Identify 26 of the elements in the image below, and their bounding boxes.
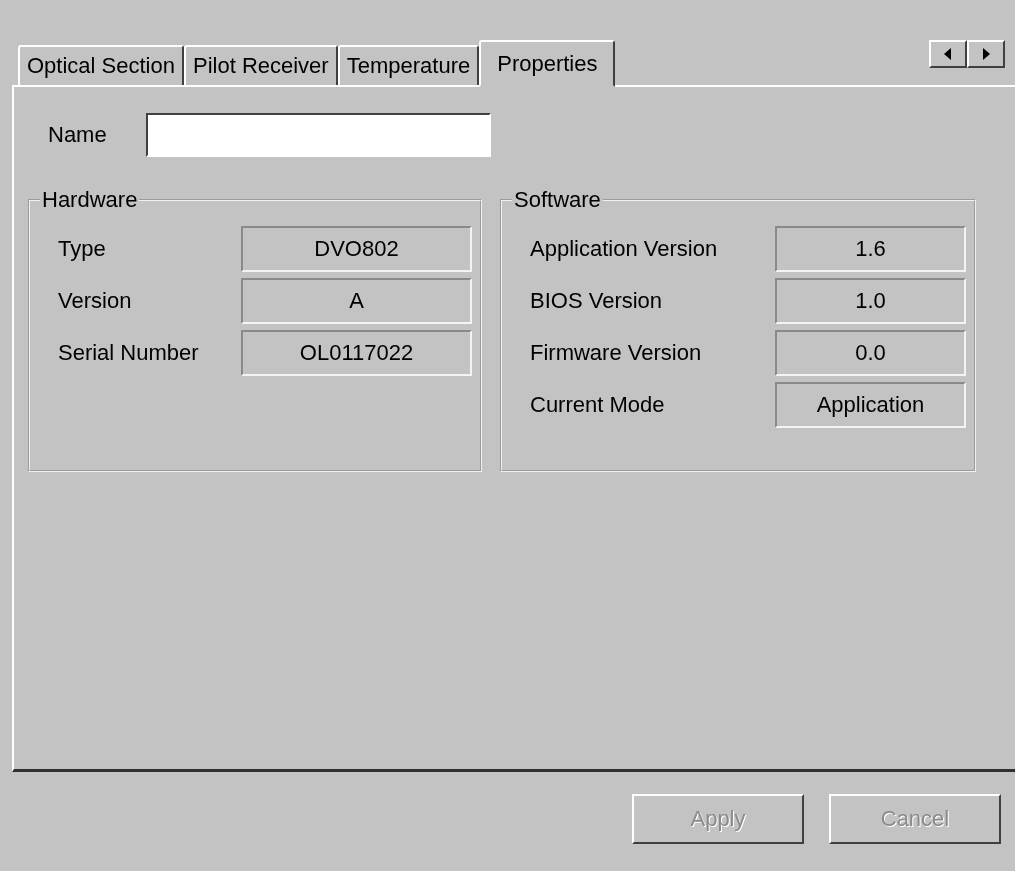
name-label: Name: [47, 122, 108, 148]
tab[interactable]: Temperature: [337, 45, 480, 85]
readonly-field: 1.6: [775, 226, 966, 272]
right-triangle-icon: [982, 48, 990, 60]
tab[interactable]: Properties: [479, 40, 616, 87]
readonly-field: 1.0: [775, 278, 966, 324]
field-label: Firmware Version: [529, 340, 703, 366]
group-title: Software: [513, 187, 602, 213]
field-label: Serial Number: [57, 340, 200, 366]
readonly-field: OL0117022: [241, 330, 472, 376]
readonly-field: DVO802: [241, 226, 472, 272]
field-label: Version: [57, 288, 133, 314]
tab[interactable]: Optical Section: [18, 45, 184, 85]
name-field[interactable]: [146, 113, 491, 157]
left-triangle-icon: [944, 48, 952, 60]
field-label: Type: [57, 236, 107, 262]
scroll-right-button[interactable]: [967, 40, 1005, 68]
scroll-left-button[interactable]: [929, 40, 967, 68]
field-label: Application Version: [529, 236, 719, 262]
field-label: BIOS Version: [529, 288, 664, 314]
readonly-field: A: [241, 278, 472, 324]
group-title: Hardware: [41, 187, 139, 213]
tab[interactable]: Pilot Receiver: [183, 45, 338, 85]
readonly-field: Application: [775, 382, 966, 428]
field-label: Current Mode: [529, 392, 666, 418]
readonly-field: 0.0: [775, 330, 966, 376]
